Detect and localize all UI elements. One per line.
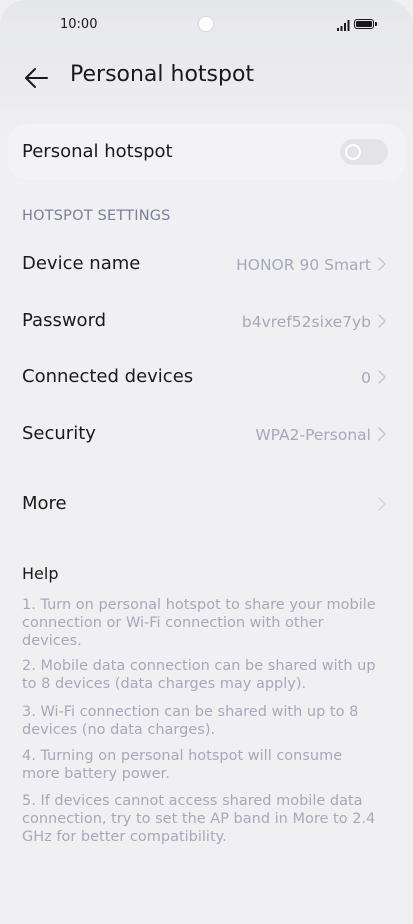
chevron-right-icon	[378, 427, 386, 441]
chevron-right-icon	[378, 257, 386, 271]
front-camera	[198, 16, 214, 32]
device-name-row[interactable]: Device name HONOR 90 Smart	[0, 243, 413, 287]
help-item: 3. Wi-Fi connection can be shared with u…	[22, 704, 359, 738]
help-item: 5. If devices cannot access shared mobil…	[22, 793, 376, 845]
phone-screen: 10:00 Personal hotspot Personal hotspot …	[0, 0, 413, 924]
connected-devices-label: Connected devices	[22, 366, 194, 387]
password-label: Password	[22, 310, 107, 331]
device-name-value: HONOR 90 Smart	[236, 256, 371, 274]
security-label: Security	[22, 423, 96, 444]
switch-knob	[345, 144, 361, 160]
status-time: 10:00	[60, 17, 98, 32]
password-value: b4vref52sixe7yb	[241, 313, 371, 331]
more-row[interactable]: More	[0, 483, 413, 527]
help-item: 1. Turn on personal hotspot to share you…	[22, 597, 376, 649]
section-header-hotspot-settings: HOTSPOT SETTINGS	[22, 208, 171, 224]
hotspot-toggle-row[interactable]: Personal hotspot	[8, 124, 405, 180]
battery-icon	[354, 19, 377, 29]
page-title: Personal hotspot	[70, 62, 255, 87]
help-title: Help	[22, 564, 59, 583]
help-item: 4. Turning on personal hotspot will cons…	[22, 748, 343, 782]
device-name-label: Device name	[22, 253, 141, 274]
chevron-right-icon	[378, 370, 386, 384]
back-arrow-icon[interactable]	[22, 64, 50, 92]
hotspot-switch[interactable]	[340, 139, 388, 165]
status-bar: 10:00	[0, 0, 413, 50]
connected-devices-value: 0	[361, 369, 371, 387]
password-row[interactable]: Password b4vref52sixe7yb	[0, 300, 413, 344]
chevron-right-icon	[378, 497, 386, 511]
more-label: More	[22, 493, 67, 514]
security-value: WPA2-Personal	[255, 426, 371, 444]
signal-icon	[337, 20, 350, 31]
chevron-right-icon	[378, 314, 386, 328]
security-row[interactable]: Security WPA2-Personal	[0, 413, 413, 457]
hotspot-toggle-label: Personal hotspot	[22, 141, 173, 162]
help-item: 2. Mobile data connection can be shared …	[22, 658, 376, 692]
connected-devices-row[interactable]: Connected devices 0	[0, 356, 413, 400]
